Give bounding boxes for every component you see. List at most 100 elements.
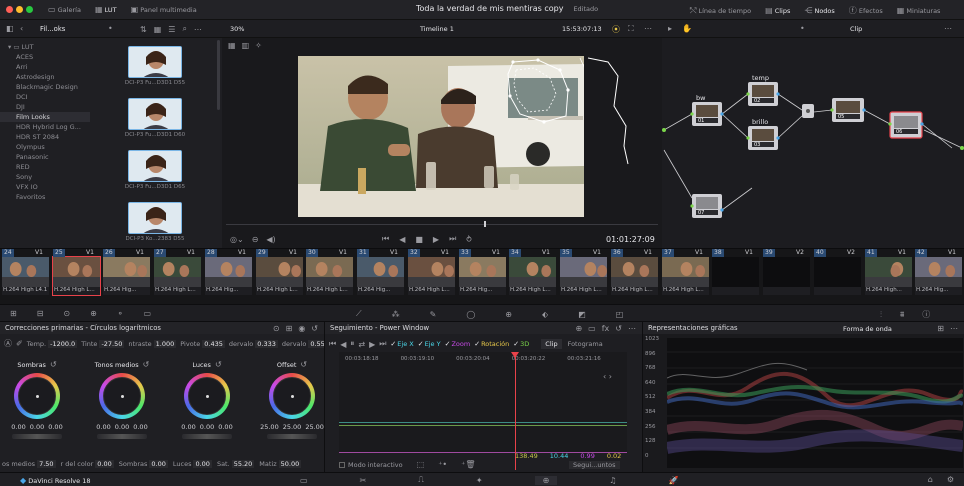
folder-item[interactable]: HDR Hybrid Log G... [0,122,90,132]
viewer-wand-icon[interactable]: ✧ [255,41,262,50]
hdr-wheels-icon[interactable]: ⊕ [90,309,97,318]
timeline-clip[interactable] [763,257,810,295]
timeline-clip[interactable]: H.264 Hig... [915,257,962,295]
reset-icon[interactable]: ↺ [311,324,318,333]
color-page-icon[interactable]: ⊕ [534,475,558,485]
list-view-icon[interactable]: ☰ [168,25,175,34]
rgb-mixer-icon[interactable]: ⚬ [117,309,124,318]
folder-item[interactable]: HDR ST 2084 [0,132,90,142]
key-icon[interactable]: ◰ [616,310,624,319]
effects-tab[interactable]: ⓕ Efectos [849,5,883,16]
tracker-icon[interactable]: ⊕ [505,310,512,319]
scope-mode-select[interactable]: Forma de onda [843,325,892,333]
wheel-master-slider[interactable] [267,434,317,439]
tracking-axis-toggle[interactable]: ✓ 3D [513,340,529,348]
wheel-reset-icon[interactable]: ↺ [215,360,222,369]
go-to-start-icon[interactable]: ⏮ [382,234,389,244]
sort-icon[interactable]: ⇅ [140,25,147,34]
video-frame[interactable] [298,56,584,217]
bottom-param-value[interactable]: 55.20 [231,460,255,468]
tracking-reset-icon[interactable]: ↺ [615,324,622,333]
viewer-grid-icon[interactable]: ▦ [228,41,236,50]
play-reverse-icon[interactable]: ◀ [399,235,405,244]
node-01[interactable] [690,102,724,126]
frame-button[interactable]: Fotograma [566,339,605,349]
wheel-master-slider[interactable] [12,434,62,439]
lut-thumbnail[interactable]: DCI-P3 Fu...D3D1 D55 [120,46,190,86]
qualifier-icon[interactable]: ✎ [430,310,437,319]
tracking-axis-toggle[interactable]: ✓ Eje Y [418,340,441,348]
folder-item[interactable]: Arri [0,62,90,72]
tracking-graph[interactable]: 00:03:18:18 00:03:19:10 00:03:20:04 00:03:2… [339,352,627,470]
wheel-puck[interactable] [120,394,124,398]
close-window-button[interactable] [6,6,13,13]
folder-item[interactable]: Favoritos [0,192,90,202]
hand-icon[interactable]: ✋ [682,24,692,33]
viewer-playhead[interactable] [484,221,486,227]
media-panel-tab[interactable]: ▣ Panel multimedia [131,5,197,14]
color-wheel[interactable] [269,373,315,419]
folder-item[interactable]: Film Looks [0,112,90,122]
viewer-scrub-track[interactable] [226,224,658,225]
fairlight-page-icon[interactable]: ♫ [609,476,616,485]
folder-item[interactable]: Astrodesign [0,72,90,82]
color-wheel[interactable] [184,373,230,419]
track-reverse-start-icon[interactable]: ⏮ [329,339,336,349]
nodes-tab[interactable]: ⋲ Nodos [804,6,834,15]
folder-item[interactable]: DJI [0,102,90,112]
more-icon[interactable]: ⋯ [194,25,202,34]
wheel-value[interactable]: 0.00 [218,423,232,431]
timeline-clip[interactable] [712,257,759,295]
scope-layout-icon[interactable]: ⊞ [937,324,944,333]
node-mode-select[interactable]: Clip [850,25,862,33]
bottom-param-value[interactable]: 7.50 [37,460,56,468]
timeline-clip[interactable]: H.264 High L... [560,257,607,295]
tracking-options-icon[interactable]: ⋯ [628,324,636,333]
follow-select[interactable]: Segui...untos [569,461,620,469]
warper-icon[interactable]: ⁂ [392,310,400,319]
tracking-axis-toggle[interactable]: ✓ Zoom [445,340,471,348]
wheel-value[interactable]: 0.00 [115,423,129,431]
auto-balance-icon[interactable]: Ⓐ [4,338,12,349]
bars-mode-icon[interactable]: ⊙ [273,324,280,333]
zoom-window-button[interactable] [26,6,33,13]
folder-item[interactable]: ACES [0,52,90,62]
timeline-clip[interactable]: H.264 Hig... [459,257,506,295]
wheels-mode-icon[interactable]: ⊞ [286,324,293,333]
node-05[interactable] [830,98,866,122]
window-tracker-icon[interactable]: ⊕ [575,324,582,333]
node-editor[interactable]: bw temp brillo 01 02 03 05 06 07 [662,38,964,248]
scope-icon[interactable]: ⩩ [900,310,904,320]
fullscreen-icon[interactable]: ⛶ [628,24,634,34]
scrollbar[interactable] [217,40,220,110]
node-options-icon[interactable]: ⋯ [944,24,952,33]
bottom-param-value[interactable]: 0.00 [149,460,168,468]
picker-icon[interactable]: ✐ [16,339,23,348]
curves-icon[interactable]: ⟋ [356,309,362,319]
delete-point-icon[interactable]: ⁺🗑 [461,460,475,469]
track-forward-end-icon[interactable]: ⏭ [379,339,386,349]
color-wheels-icon[interactable]: ⊙ [63,309,70,318]
grid-view-icon[interactable]: ▦ [154,25,162,34]
timeline-clip[interactable]: H.264 Hig... [205,257,252,295]
color-wheel[interactable] [99,373,145,419]
node-03[interactable] [746,126,780,150]
track-swap-icon[interactable]: ⇄ [358,340,365,349]
tracking-axis-toggle[interactable]: ✓ Rotación [474,340,509,348]
param-value[interactable]: -1200.0 [48,339,78,348]
lut-tab[interactable]: ▦ LUT [95,5,117,14]
timeline-clip[interactable]: H.264 Hig... [357,257,404,295]
node-07[interactable] [690,194,724,218]
play-icon[interactable]: ▶ [433,235,439,244]
node-mixer[interactable] [802,104,814,118]
home-icon[interactable]: ⌂ [928,475,933,484]
timeline-clip[interactable] [814,257,861,295]
param-value[interactable]: 0.435 [202,339,225,348]
param-value[interactable]: -27.50 [99,339,125,348]
wheel-value[interactable]: 25.00 [283,423,302,431]
viewer-split-icon[interactable]: ▥ [242,41,250,50]
log-mode-icon[interactable]: ◉ [298,324,305,333]
timeline-clip[interactable]: H.264 High L... [306,257,353,295]
folder-item[interactable]: Olympus [0,142,90,152]
folder-item[interactable]: DCI [0,92,90,102]
